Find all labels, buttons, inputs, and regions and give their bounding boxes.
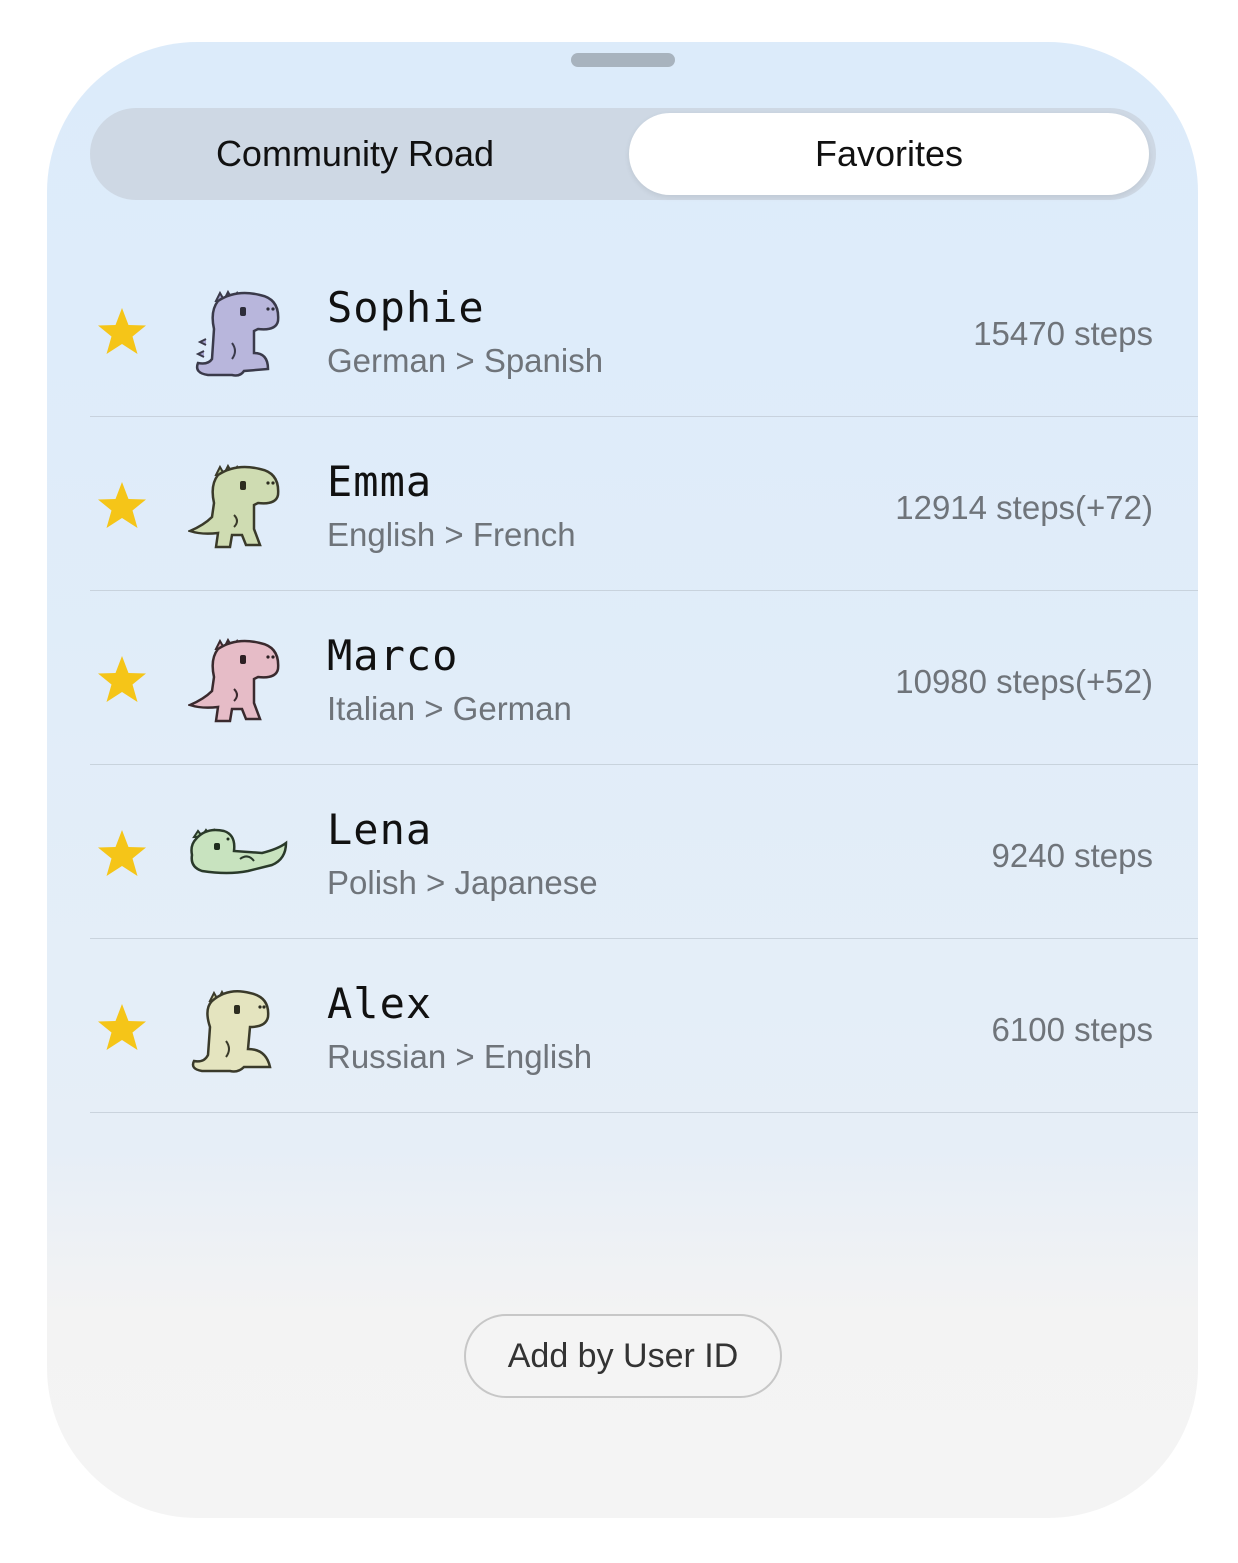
favorites-list: Sophie German > Spanish 15470 steps Emma… [90,243,1198,1113]
step-count: 15470 steps [973,315,1153,352]
language-pair: English > French [327,516,576,553]
list-item[interactable]: Lena Polish > Japanese 9240 steps [90,765,1198,939]
list-item[interactable]: Sophie German > Spanish 15470 steps [90,243,1198,417]
star-icon[interactable] [94,827,150,883]
user-name: Sophie [327,283,485,332]
user-name: Emma [327,457,433,506]
tab-favorites[interactable]: Favorites [629,113,1149,195]
star-icon[interactable] [94,653,150,709]
step-count: 9240 steps [991,837,1153,874]
beige-dino-sitting-icon [191,989,272,1073]
language-pair: Russian > English [327,1038,593,1075]
green-dino-standing-icon [188,463,280,549]
user-name: Alex [327,979,433,1028]
language-pair: German > Spanish [327,342,604,379]
list-item[interactable]: Alex Russian > English 6100 steps [90,939,1198,1113]
list-item[interactable]: Emma English > French 12914 steps(+72) [90,417,1198,591]
drag-handle[interactable] [571,53,675,67]
add-by-user-id-button[interactable]: Add by User ID [464,1314,782,1398]
star-icon[interactable] [94,305,150,361]
tab-switcher: Community Road Favorites [90,108,1156,200]
green-dino-lying-icon [190,828,288,875]
step-count: 12914 steps(+72) [895,489,1153,526]
step-count: 6100 steps [991,1011,1153,1048]
star-icon[interactable] [94,1001,150,1057]
tab-community-road[interactable]: Community Road [95,113,615,195]
star-icon[interactable] [94,479,150,535]
language-pair: Polish > Japanese [327,864,598,901]
user-name: Lena [327,805,433,854]
language-pair: Italian > German [327,690,572,727]
list-item[interactable]: Marco Italian > German 10980 steps(+52) [90,591,1198,765]
pink-dino-standing-icon [188,637,280,723]
user-name: Marco [327,631,459,680]
purple-dino-sitting-icon [195,289,280,377]
favorites-sheet: Community Road Favorites Sophie German >… [47,42,1198,1518]
step-count: 10980 steps(+52) [895,663,1153,700]
